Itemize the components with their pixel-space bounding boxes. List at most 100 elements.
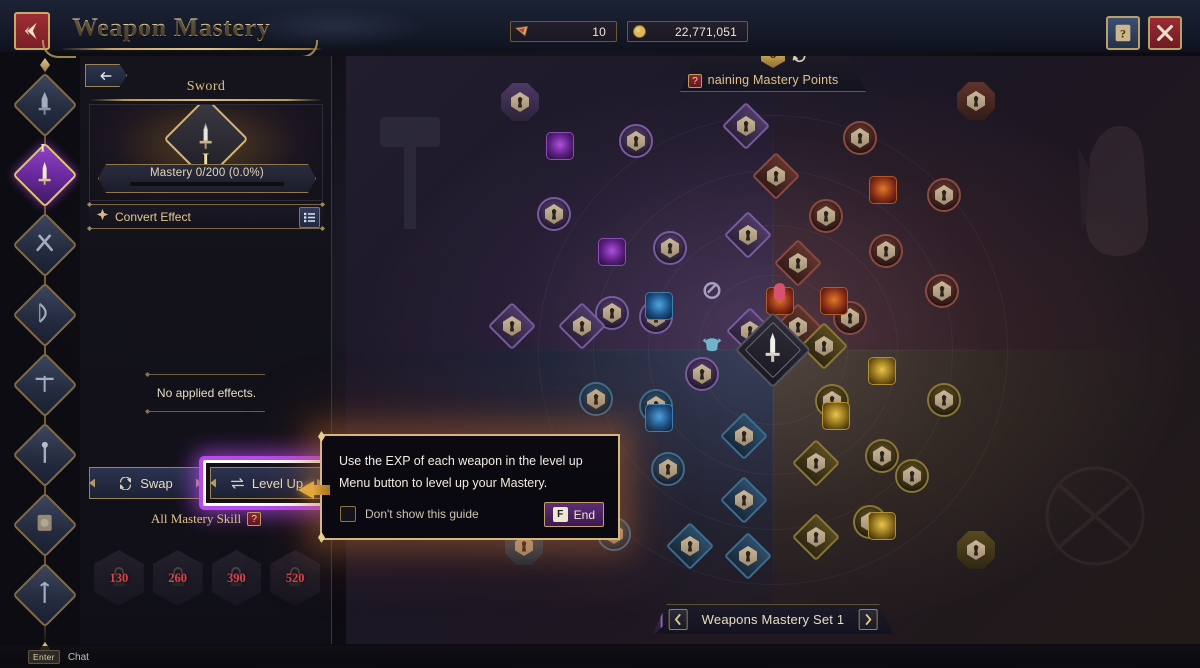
- mastery-set-next-button[interactable]: [858, 609, 877, 630]
- mastery-points-value: 0: [761, 56, 785, 68]
- mastery-token-icon: [513, 23, 532, 40]
- convert-effect-list-button[interactable]: [299, 207, 320, 228]
- locked-node-icon: [967, 91, 985, 111]
- hammer-watermark-icon: [366, 111, 458, 236]
- sidebar-weapon-daggers[interactable]: [12, 212, 78, 278]
- mastery-skill-icon[interactable]: [645, 292, 673, 320]
- mastery-node[interactable]: [619, 124, 653, 158]
- guide-end-button[interactable]: F End: [543, 502, 604, 527]
- staff-icon: [33, 441, 57, 470]
- convert-effect-label: Convert Effect: [115, 209, 191, 224]
- locked-node-icon: [545, 204, 563, 224]
- mastery-node[interactable]: [865, 439, 899, 473]
- mastery-points-help-button[interactable]: ?: [688, 74, 702, 88]
- chat-bar[interactable]: Enter Chat: [0, 646, 1200, 668]
- swap-icon: [120, 476, 132, 490]
- mastery-skill-icon[interactable]: [820, 287, 848, 315]
- locked-node-icon: [603, 303, 621, 323]
- mastery-node[interactable]: [685, 357, 719, 391]
- currency-mastery-token[interactable]: 10: [510, 21, 617, 42]
- currency-gold-value: 22,771,051: [674, 24, 737, 39]
- end-keycap: F: [552, 507, 568, 522]
- armor-icon[interactable]: [700, 332, 725, 362]
- locked-node-icon: [807, 453, 825, 473]
- currency-mastery-value: 10: [592, 24, 606, 39]
- mastery-skill-tier[interactable]: 390: [211, 550, 262, 606]
- swap-button-label: Swap: [140, 475, 173, 491]
- crest-glyph-icon: [24, 22, 37, 40]
- locked-node-icon: [967, 540, 985, 560]
- locked-node-icon: [851, 128, 869, 148]
- sidebar-weapon-wand[interactable]: [12, 562, 78, 628]
- panel-divider: [90, 99, 322, 101]
- mastery-set-prev-button[interactable]: [669, 609, 688, 630]
- sidebar-weapon-sword[interactable]: I: [12, 141, 78, 208]
- mastery-node[interactable]: [895, 459, 929, 493]
- mastery-skill-icon[interactable]: [822, 402, 850, 430]
- mastery-skill-icon[interactable]: [598, 238, 626, 266]
- mastery-node[interactable]: [651, 452, 685, 486]
- mastery-node[interactable]: [537, 197, 571, 231]
- mastery-skill-icon[interactable]: [868, 357, 896, 385]
- locked-node-icon: [587, 389, 605, 409]
- mastery-skill-tier[interactable]: 260: [152, 550, 203, 606]
- help-button[interactable]: ?: [1106, 16, 1140, 50]
- locked-node-icon: [873, 446, 891, 466]
- panel-action-row: Swap Level Up: [89, 467, 323, 503]
- mastery-node[interactable]: [869, 234, 903, 268]
- locked-node-icon: [693, 364, 711, 384]
- locked-node-icon: [815, 336, 833, 356]
- locked-node-icon: [933, 281, 951, 301]
- mastery-node[interactable]: [957, 531, 995, 569]
- sidebar-weapon-staff[interactable]: [12, 422, 78, 488]
- chevron-right-icon: [863, 614, 872, 625]
- gear-hammer-icon[interactable]: [700, 278, 725, 308]
- sidebar-weapon-crossbow[interactable]: [12, 352, 78, 418]
- mastery-node[interactable]: [579, 382, 613, 416]
- convert-effect-row[interactable]: Convert Effect: [87, 202, 325, 231]
- locked-node-icon: [767, 166, 785, 186]
- all-mastery-skill-help-button[interactable]: ?: [247, 512, 262, 526]
- mastery-node[interactable]: [653, 231, 687, 265]
- mastery-node[interactable]: [809, 199, 843, 233]
- mastery-node[interactable]: [925, 274, 959, 308]
- mastery-node[interactable]: [843, 121, 877, 155]
- guide-pointer-stem-icon: [312, 485, 330, 495]
- mastery-skill-icon[interactable]: [546, 132, 574, 160]
- convert-effect-icon: [96, 208, 109, 226]
- fist-icon[interactable]: [768, 279, 793, 309]
- dont-show-guide-checkbox[interactable]: Don't show this guide: [340, 506, 479, 522]
- mastery-node[interactable]: [927, 178, 961, 212]
- daggers-icon: [33, 231, 57, 260]
- swap-button[interactable]: Swap: [89, 467, 202, 499]
- levelup-notch-left-icon: [210, 479, 216, 488]
- locked-node-icon: [503, 316, 521, 336]
- convert-notch-br-icon: [320, 226, 325, 231]
- mastery-skill-icon[interactable]: [645, 404, 673, 432]
- mastery-skill-tier[interactable]: 520: [270, 550, 320, 606]
- weapon-card: I Mastery 0/200 (0.0%): [89, 104, 323, 201]
- mastery-node[interactable]: [501, 83, 539, 121]
- mastery-node[interactable]: [957, 82, 995, 120]
- swap-notch-left-icon: [89, 479, 95, 488]
- page-title: Weapon Mastery: [72, 13, 271, 42]
- level-up-button-label: Level Up: [251, 475, 304, 491]
- mastery-skill-tree[interactable]: 0 ? naining Mastery Points 1 Weapons Mas…: [346, 56, 1200, 644]
- close-button[interactable]: [1148, 16, 1182, 50]
- mastery-node[interactable]: [927, 383, 961, 417]
- convert-notch-tl-icon: [87, 202, 92, 207]
- sidebar-weapon-greatsword[interactable]: [12, 72, 78, 138]
- refresh-button[interactable]: [791, 56, 808, 68]
- sidebar-weapon-longbow[interactable]: [12, 282, 78, 348]
- sword-icon: [33, 161, 57, 190]
- checkbox-box[interactable]: [340, 506, 356, 522]
- emblem-watermark-icon: [1035, 456, 1155, 581]
- all-mastery-skill-header: All Mastery Skill ?: [80, 511, 332, 527]
- mastery-skill-icon[interactable]: [869, 176, 897, 204]
- currency-gold[interactable]: 22,771,051: [627, 21, 748, 42]
- sword-core-icon: [760, 332, 786, 368]
- sidebar-weapon-orb[interactable]: [12, 492, 78, 558]
- locked-node-icon: [739, 546, 757, 566]
- mastery-skill-icon[interactable]: [868, 512, 896, 540]
- mastery-skill-tier[interactable]: 130: [94, 550, 144, 606]
